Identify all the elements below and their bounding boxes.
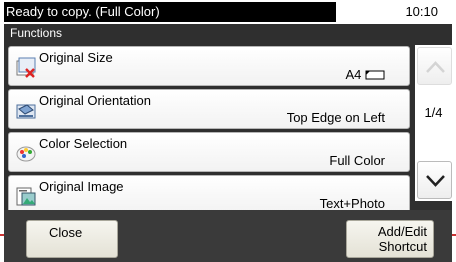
status-message: Ready to copy. (Full Color) (4, 2, 336, 22)
chevron-up-icon (426, 61, 445, 73)
function-row-color-selection[interactable]: Color Selection Full Color (8, 132, 410, 172)
row-value: Top Edge on Left (286, 110, 385, 125)
row-label: Original Image (39, 179, 124, 194)
chevron-down-icon (426, 175, 445, 187)
row-label: Original Orientation (39, 93, 151, 108)
row-value: Full Color (329, 153, 385, 168)
close-button-label: Close (49, 225, 83, 240)
scroll-down-button[interactable] (417, 161, 452, 199)
color-selection-icon (15, 142, 37, 164)
landscape-paper-icon (365, 70, 385, 80)
row-value: A4 (345, 67, 385, 82)
close-button[interactable]: Close (26, 220, 118, 258)
row-label: Color Selection (39, 136, 128, 151)
add-edit-label-line2: Shortcut (378, 239, 427, 254)
original-size-icon (15, 56, 37, 78)
status-time: 10:10 (405, 4, 438, 19)
row-value: Text+Photo (319, 196, 385, 211)
scroll-column: 1/4 (415, 45, 452, 201)
original-image-icon (15, 185, 37, 207)
add-edit-label-line1: Add/Edit (377, 224, 427, 239)
page-indicator: 1/4 (424, 105, 443, 120)
panel-title: Functions (10, 26, 63, 40)
original-orientation-icon (15, 99, 37, 121)
function-row-original-orientation[interactable]: Original Orientation Top Edge on Left (8, 89, 410, 129)
status-bar: Ready to copy. (Full Color) 10:10 (0, 0, 456, 24)
function-row-original-image[interactable]: Original Image Text+Photo (8, 175, 410, 215)
row-label: Original Size (39, 50, 113, 65)
add-edit-shortcut-button[interactable]: Add/Edit Shortcut (346, 220, 434, 258)
function-row-original-size[interactable]: Original Size A4 (8, 46, 410, 86)
scroll-up-button[interactable] (417, 47, 452, 85)
